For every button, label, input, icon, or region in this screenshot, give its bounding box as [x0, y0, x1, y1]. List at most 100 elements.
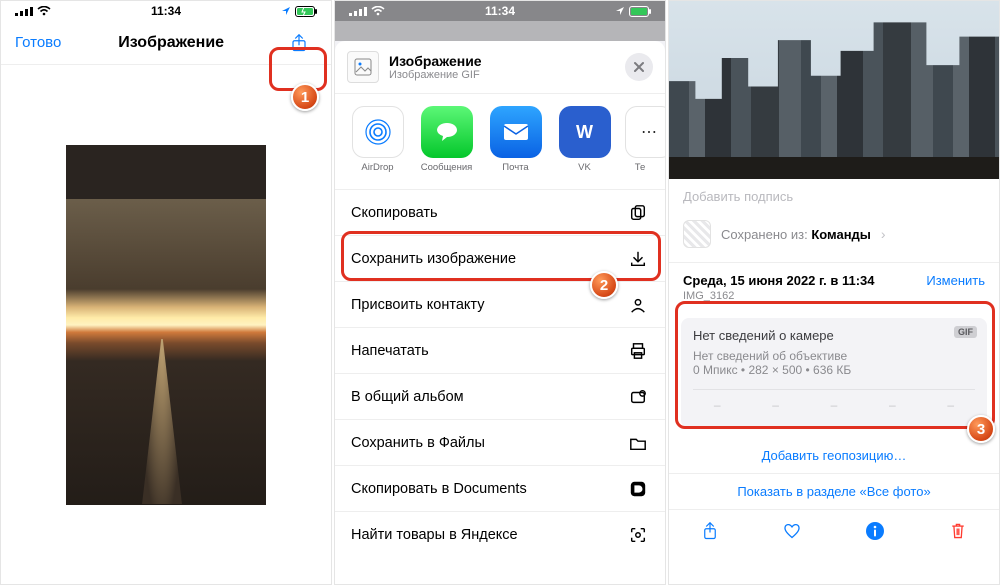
source-app-icon	[683, 220, 711, 248]
share-app-vk[interactable]: W VK	[556, 106, 613, 173]
action-save-image[interactable]: Сохранить изображение	[335, 236, 665, 282]
dimensions-info: 0 Мпикс • 282 × 500 • 636 КБ	[693, 363, 975, 377]
shared-album-icon	[627, 388, 649, 406]
close-button[interactable]	[625, 53, 653, 81]
lens-icon	[627, 526, 649, 544]
image-preview[interactable]	[66, 145, 266, 505]
share-actions-list: Скопировать Сохранить изображение Присво…	[335, 190, 665, 584]
sheet-header: Изображение Изображение GIF	[335, 41, 665, 94]
app-label: VK	[556, 162, 613, 173]
action-yandex-search[interactable]: Найти товары в Яндексе	[335, 512, 665, 558]
nav-title: Изображение	[118, 34, 224, 52]
info-icon	[865, 521, 885, 541]
app-label: Сообщения	[418, 162, 475, 173]
photo-preview[interactable]	[669, 1, 999, 179]
share-app-mail[interactable]: Почта	[487, 106, 544, 173]
action-label: Сохранить в Файлы	[351, 435, 485, 451]
action-save-files[interactable]: Сохранить в Файлы	[335, 420, 665, 466]
download-icon	[627, 250, 649, 268]
exif-row: –––––	[693, 389, 975, 412]
sheet-subtitle: Изображение GIF	[389, 69, 615, 82]
action-label: В общий альбом	[351, 389, 464, 405]
share-app-airdrop[interactable]: AirDrop	[349, 106, 406, 173]
done-button[interactable]: Готово	[15, 34, 61, 51]
date-row: Среда, 15 июня 2022 г. в 11:34 Изменить	[669, 263, 999, 288]
favorite-button[interactable]	[783, 522, 801, 545]
print-icon	[627, 342, 649, 360]
action-shared-album[interactable]: В общий альбом	[335, 374, 665, 420]
chevron-right-icon: ›	[881, 226, 886, 242]
mail-icon	[490, 106, 542, 158]
action-label: Напечатать	[351, 343, 429, 359]
location-icon	[615, 6, 625, 16]
share-sheet: Изображение Изображение GIF AirDrop Сооб…	[335, 41, 665, 584]
more-icon: ⋯	[625, 106, 665, 158]
location-icon	[281, 6, 291, 16]
share-icon	[290, 34, 308, 52]
edit-date-button[interactable]: Изменить	[926, 273, 985, 288]
copy-icon	[627, 204, 649, 222]
step-bubble-1: 1	[291, 83, 319, 111]
action-label: Найти товары в Яндексе	[351, 527, 518, 543]
action-label: Скопировать в Documents	[351, 481, 527, 497]
app-label: AirDrop	[349, 162, 406, 173]
step-bubble-2: 2	[590, 271, 618, 299]
screen-1: 11:34 Готово Изображение 1	[0, 0, 332, 585]
share-button[interactable]	[281, 25, 317, 61]
nav-bar: Готово Изображение	[1, 21, 331, 65]
share-app-more[interactable]: ⋯ Те	[625, 106, 655, 173]
action-copy-documents[interactable]: Скопировать в Documents	[335, 466, 665, 512]
battery-icon	[295, 6, 317, 17]
action-copy[interactable]: Скопировать	[335, 190, 665, 236]
bottom-toolbar	[669, 509, 999, 557]
add-location-button[interactable]: Добавить геопозицию…	[669, 438, 999, 473]
documents-app-icon	[627, 480, 649, 498]
saved-from-row[interactable]: Сохранено из: Команды ›	[669, 216, 999, 262]
screen-2: 11:34 Изображение Изображение GIF AirDro…	[334, 0, 666, 585]
lens-info: Нет сведений об объективе	[693, 349, 975, 363]
sheet-title: Изображение	[389, 53, 615, 69]
app-label: Почта	[487, 162, 544, 173]
show-in-all-photos-button[interactable]: Показать в разделе «Все фото»	[669, 474, 999, 509]
image-icon	[354, 58, 372, 76]
wifi-icon	[37, 6, 51, 16]
vk-icon: W	[559, 106, 611, 158]
trash-icon	[949, 522, 967, 540]
status-bar: 11:34	[1, 1, 331, 21]
airdrop-icon	[352, 106, 404, 158]
share-icon	[701, 522, 719, 540]
gif-badge: GIF	[954, 326, 977, 338]
caption-input[interactable]: Добавить подпись	[669, 179, 999, 216]
image-preview-area	[1, 65, 331, 584]
step-bubble-3: 3	[967, 415, 995, 443]
share-apps-row: AirDrop Сообщения Почта W VK ⋯ Те	[335, 94, 665, 190]
status-time: 11:34	[485, 4, 515, 18]
file-name: IMG_3162	[669, 288, 999, 312]
action-label: Сохранить изображение	[351, 251, 516, 267]
app-label: Те	[625, 162, 655, 173]
camera-info-card: Нет сведений о камере GIF Нет сведений о…	[681, 318, 987, 428]
saved-from-label: Сохранено из: Команды	[721, 227, 871, 242]
battery-icon	[629, 6, 651, 17]
sheet-thumbnail	[347, 51, 379, 83]
photo-date: Среда, 15 июня 2022 г. в 11:34	[683, 273, 874, 288]
contact-icon	[627, 296, 649, 314]
status-bar: 11:34	[335, 1, 665, 21]
close-icon	[633, 61, 645, 73]
share-app-messages[interactable]: Сообщения	[418, 106, 475, 173]
heart-icon	[783, 522, 801, 540]
signal-icon	[15, 6, 33, 16]
info-button[interactable]	[865, 521, 885, 546]
signal-icon	[349, 6, 367, 16]
status-time: 11:34	[151, 4, 181, 18]
messages-icon	[421, 106, 473, 158]
folder-icon	[627, 434, 649, 452]
share-button[interactable]	[701, 522, 719, 545]
screen-3: Добавить подпись Сохранено из: Команды ›…	[668, 0, 1000, 585]
delete-button[interactable]	[949, 522, 967, 545]
action-print[interactable]: Напечатать	[335, 328, 665, 374]
action-label: Присвоить контакту	[351, 297, 484, 313]
action-label: Скопировать	[351, 205, 438, 221]
camera-info-header: Нет сведений о камере	[693, 328, 975, 343]
wifi-icon	[371, 6, 385, 16]
